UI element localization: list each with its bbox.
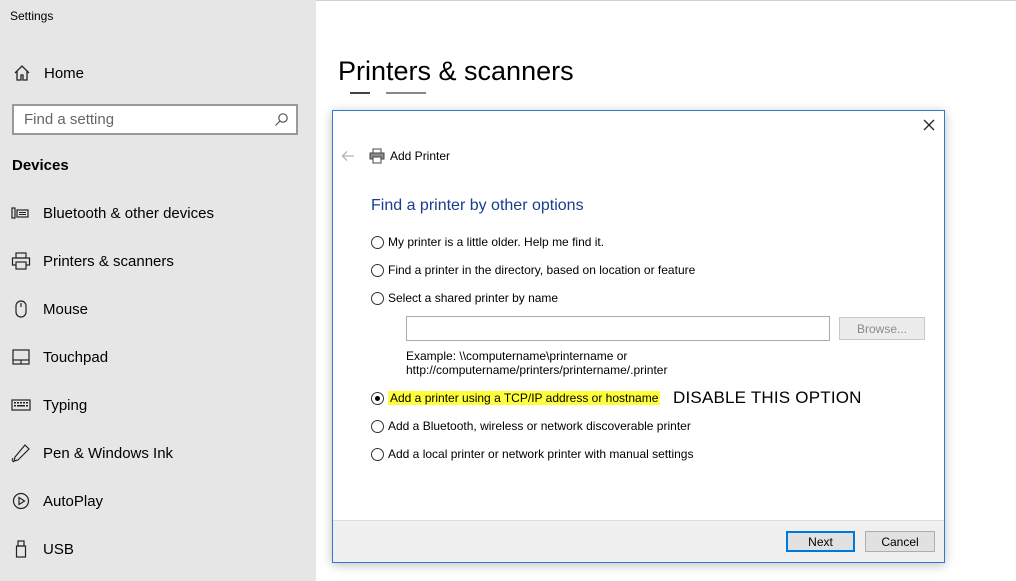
option-label: Select a shared printer by name	[388, 291, 559, 305]
option-label-highlighted: Add a printer using a TCP/IP address or …	[388, 391, 661, 405]
sidebar-item-label: Bluetooth & other devices	[43, 204, 214, 222]
option-older-printer[interactable]: My printer is a little older. Help me fi…	[371, 234, 604, 250]
sidebar-item-pen[interactable]: Pen & Windows Ink	[11, 441, 173, 465]
sidebar-item-typing[interactable]: Typing	[11, 393, 87, 417]
search-box[interactable]	[12, 104, 298, 135]
sidebar-item-label: Typing	[43, 396, 88, 414]
option-shared-printer[interactable]: Select a shared printer by name	[371, 290, 558, 306]
page-title: Printers & scanners	[338, 56, 574, 86]
sidebar-item-usb[interactable]: USB	[11, 537, 74, 561]
example-line: http://computername/printers/printername…	[406, 363, 668, 377]
close-button[interactable]	[920, 116, 938, 134]
keyboard-icon	[11, 395, 31, 415]
option-label: Add a local printer or network printer w…	[388, 447, 694, 461]
radio-button-selected[interactable]	[371, 391, 384, 405]
example-line: Example: \\computername\printername or	[406, 349, 628, 363]
shared-printer-name-input[interactable]	[406, 316, 830, 341]
sidebar-item-printers[interactable]: Printers & scanners	[11, 249, 174, 273]
settings-sidebar: Settings Home Devices Bluetooth & other …	[0, 0, 316, 581]
sidebar-item-bluetooth[interactable]: Bluetooth & other devices	[11, 201, 214, 225]
autoplay-icon	[11, 491, 31, 511]
option-directory-search[interactable]: Find a printer in the directory, based o…	[371, 262, 695, 278]
option-label: My printer is a little older. Help me fi…	[388, 235, 605, 249]
option-label: Find a printer in the directory, based o…	[388, 263, 696, 277]
search-input[interactable]	[14, 106, 274, 133]
sidebar-item-label: Pen & Windows Ink	[43, 444, 174, 462]
option-tcpip[interactable]: Add a printer using a TCP/IP address or …	[371, 390, 661, 406]
obscured-list-icon	[350, 92, 370, 94]
app-title: Settings	[10, 9, 54, 23]
sidebar-item-home[interactable]: Home	[12, 62, 84, 84]
sidebar-item-label: Mouse	[43, 300, 89, 318]
sidebar-item-mouse[interactable]: Mouse	[11, 297, 88, 321]
touchpad-icon	[11, 347, 31, 367]
mouse-icon	[11, 299, 31, 319]
sidebar-item-label: AutoPlay	[43, 492, 104, 510]
window-top-border	[316, 0, 1016, 1]
option-label: Add a Bluetooth, wireless or network dis…	[388, 419, 691, 433]
dialog-heading: Find a printer by other options	[371, 197, 584, 214]
bluetooth-devices-icon	[11, 203, 31, 223]
add-printer-dialog: Add Printer Find a printer by other opti…	[332, 110, 945, 563]
printer-icon	[11, 251, 31, 271]
dialog-title: Add Printer	[390, 149, 451, 163]
obscured-list-text	[386, 92, 426, 94]
back-arrow-icon[interactable]	[341, 149, 355, 163]
pen-icon	[11, 443, 31, 463]
dialog-footer: Next Cancel	[333, 520, 944, 562]
section-title: Devices	[12, 157, 69, 174]
printer-icon	[369, 148, 385, 164]
search-icon[interactable]	[274, 112, 289, 127]
radio-button[interactable]	[371, 291, 384, 305]
radio-button[interactable]	[371, 235, 384, 249]
radio-button[interactable]	[371, 419, 384, 433]
sidebar-item-label: USB	[43, 540, 74, 558]
usb-icon	[11, 539, 31, 559]
radio-button[interactable]	[371, 447, 384, 461]
option-local-manual[interactable]: Add a local printer or network printer w…	[371, 446, 693, 462]
sidebar-item-autoplay[interactable]: AutoPlay	[11, 489, 103, 513]
browse-button[interactable]: Browse...	[839, 317, 925, 340]
cancel-button[interactable]: Cancel	[865, 531, 935, 552]
sidebar-item-label: Printers & scanners	[43, 252, 174, 270]
sidebar-item-touchpad[interactable]: Touchpad	[11, 345, 108, 369]
back-button[interactable]	[341, 149, 355, 163]
radio-button[interactable]	[371, 263, 384, 277]
close-icon[interactable]	[923, 119, 935, 131]
example-text: Example: \\computername\printername or h…	[406, 349, 667, 377]
annotation-text: DISABLE THIS OPTION	[673, 388, 862, 407]
home-icon	[12, 63, 32, 83]
next-button[interactable]: Next	[786, 531, 855, 552]
sidebar-item-label: Touchpad	[43, 348, 109, 366]
option-bluetooth-wireless[interactable]: Add a Bluetooth, wireless or network dis…	[371, 418, 691, 434]
sidebar-home-label: Home	[44, 64, 85, 82]
